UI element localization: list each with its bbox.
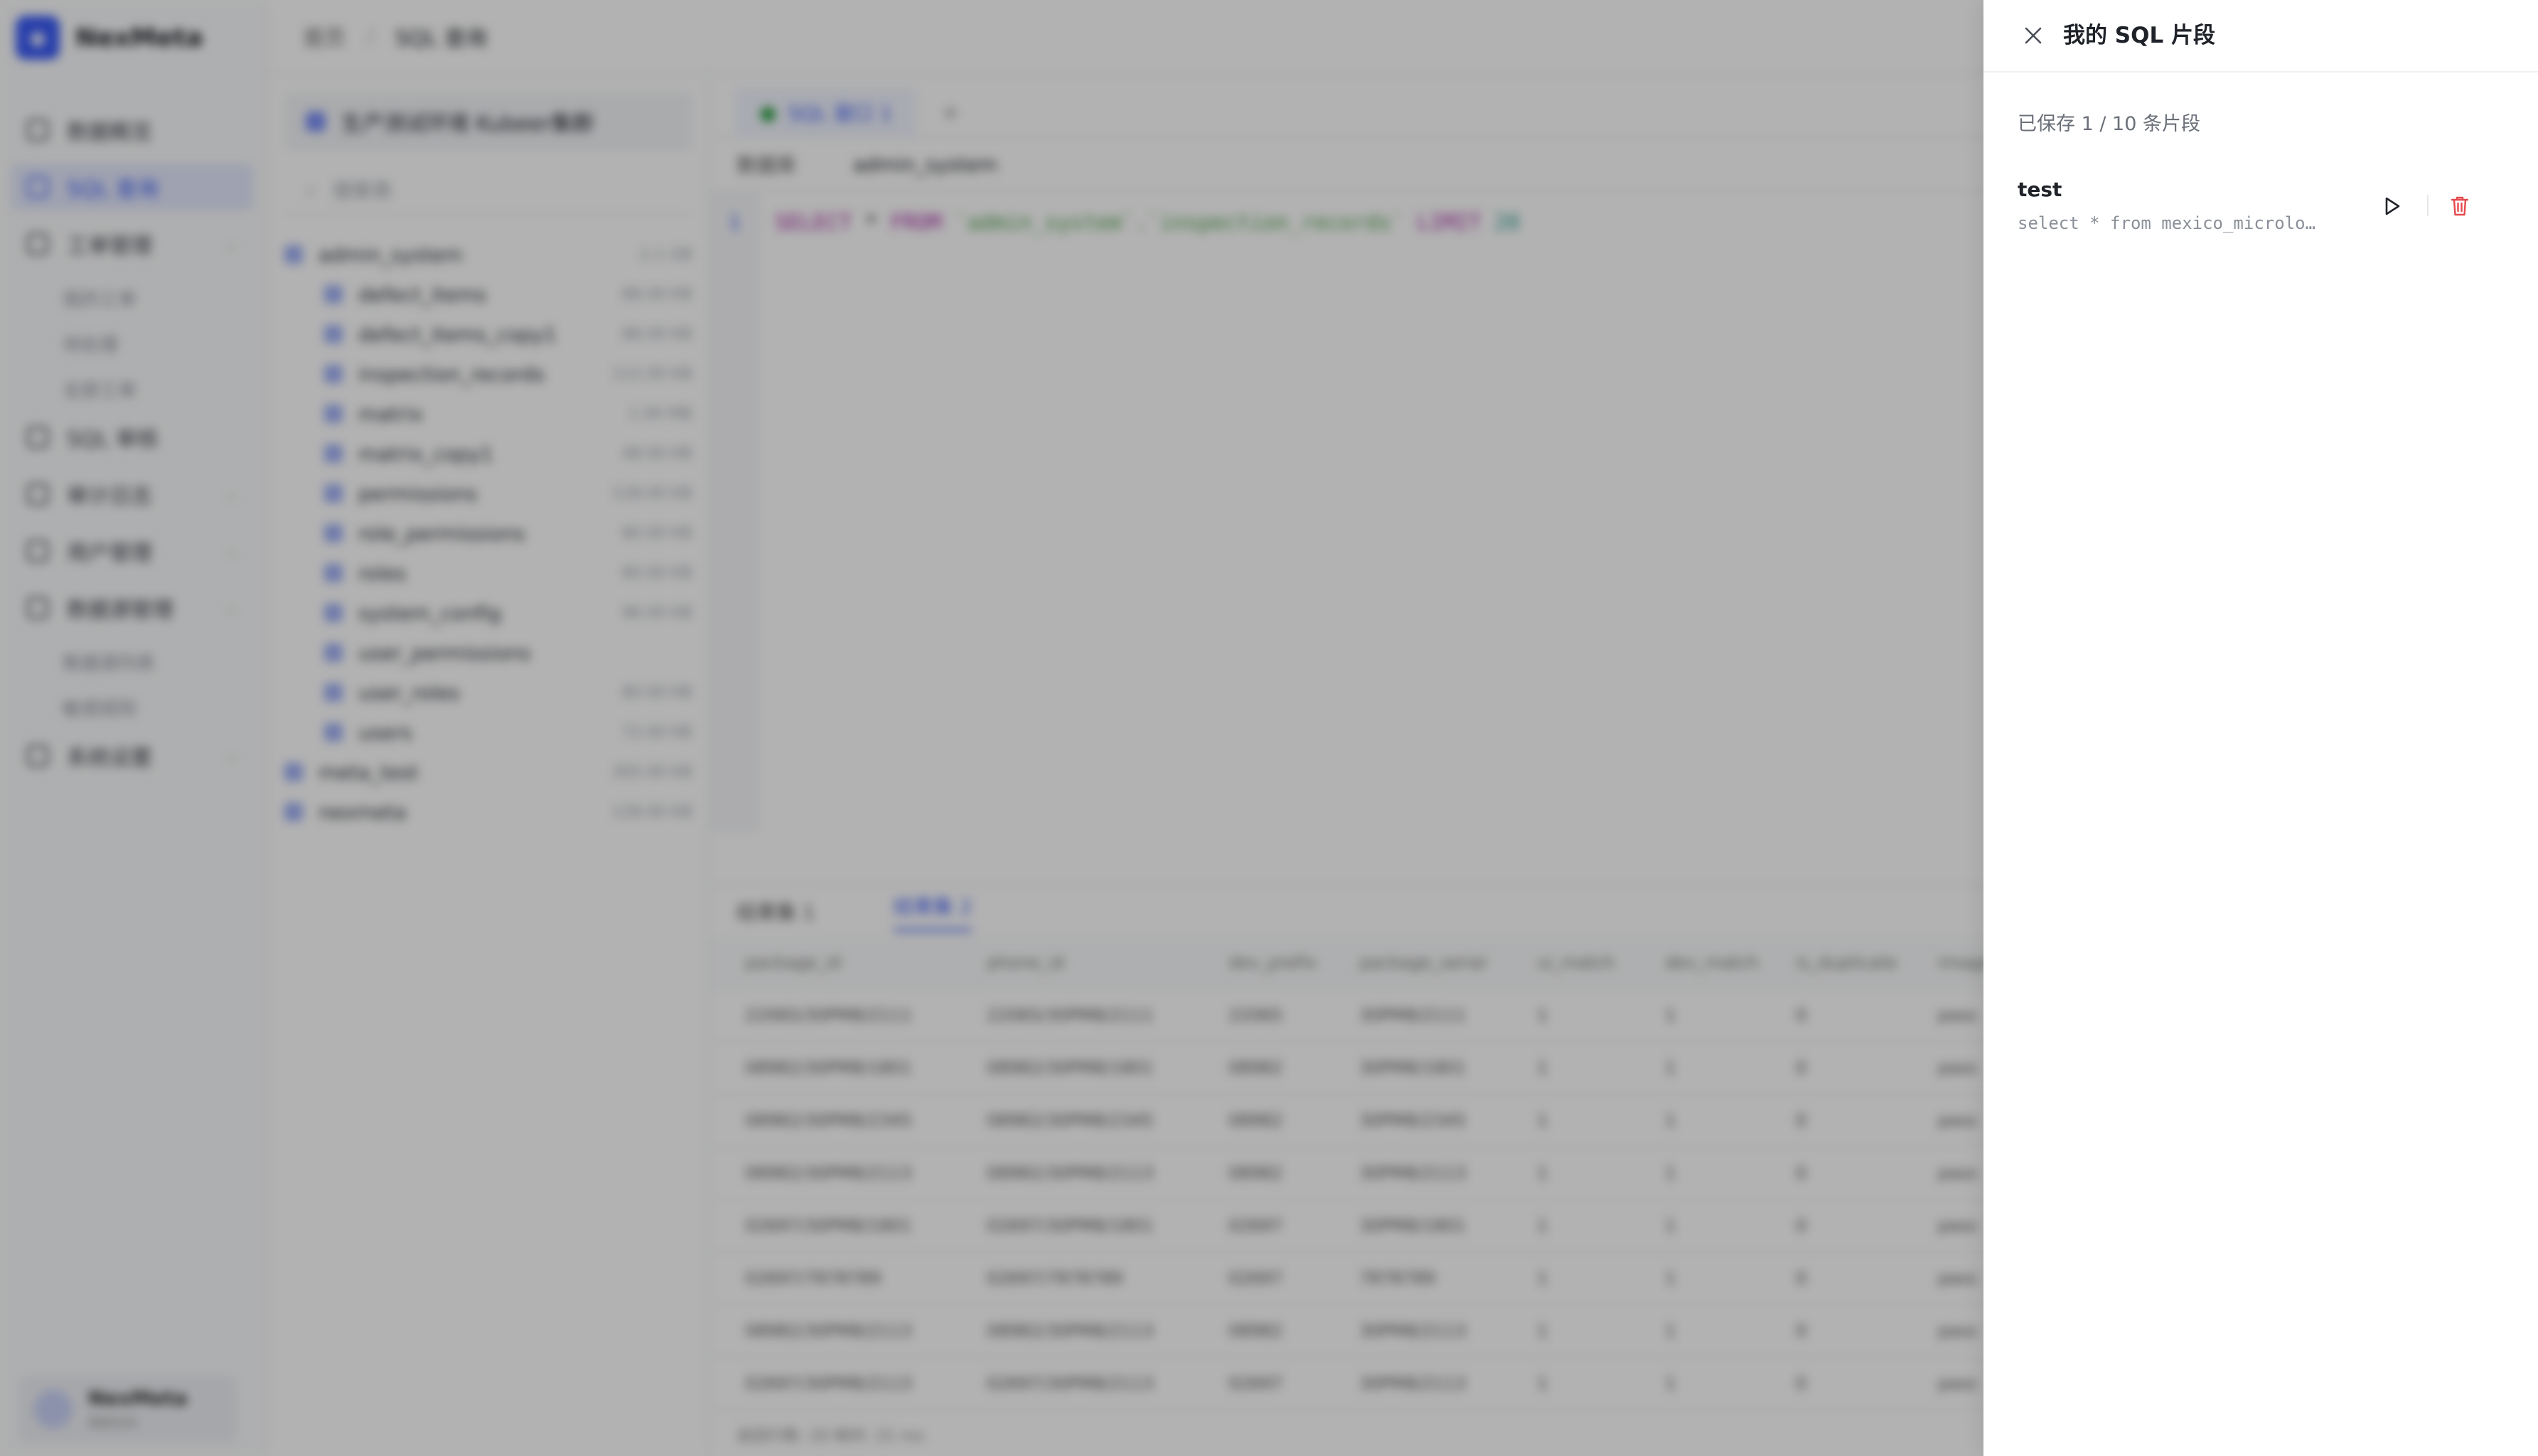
run-snippet-button[interactable] — [2373, 188, 2410, 225]
snippet-sql-preview: select * from mexico_microlo… — [2018, 213, 2316, 233]
snippet-name: test — [2018, 178, 2062, 201]
snippet-count: 已保存 1 / 10 条片段 — [2018, 113, 2200, 135]
delete-snippet-button[interactable] — [2441, 188, 2478, 225]
drawer-title: 我的 SQL 片段 — [2063, 23, 2216, 48]
close-button[interactable] — [2015, 17, 2052, 54]
trash-icon — [2451, 196, 2469, 216]
drawer-header: 我的 SQL 片段 — [1983, 0, 2538, 73]
close-icon — [2025, 27, 2042, 44]
divider — [2427, 195, 2429, 216]
snippet-item[interactable]: test select * from mexico_microlo… — [2018, 173, 2508, 245]
sql-snippets-drawer: 我的 SQL 片段 已保存 1 / 10 条片段 test select * f… — [1983, 0, 2538, 1456]
play-icon — [2385, 197, 2400, 215]
